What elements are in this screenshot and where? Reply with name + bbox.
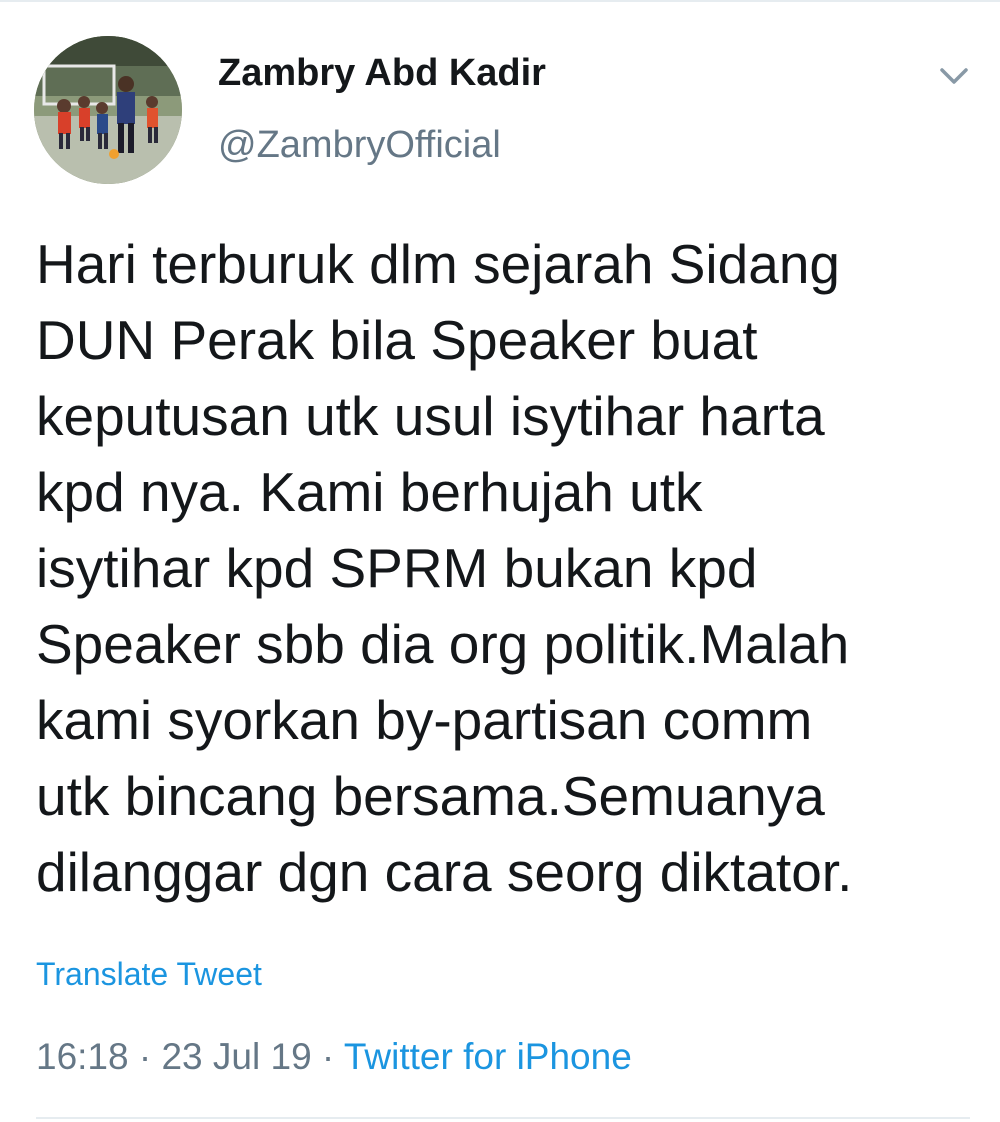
meta-separator: · xyxy=(311,1036,344,1077)
author-handle[interactable]: @ZambryOfficial xyxy=(218,124,501,167)
translate-tweet-link[interactable]: Translate Tweet xyxy=(36,956,262,993)
top-divider xyxy=(0,0,1000,2)
avatar[interactable] xyxy=(34,36,182,184)
author-display-name[interactable]: Zambry Abd Kadir xyxy=(218,52,546,95)
meta-separator: · xyxy=(128,1036,162,1077)
tweet-metadata: 16:18 · 23 Jul 19 · Twitter for iPhone xyxy=(36,1036,632,1078)
tweet-time: 16:18 xyxy=(36,1036,129,1077)
tweet-menu-button[interactable] xyxy=(934,60,974,92)
tweet-source-link[interactable]: Twitter for iPhone xyxy=(344,1036,632,1077)
bottom-divider xyxy=(36,1117,970,1119)
chevron-down-icon xyxy=(940,68,968,84)
tweet-text: Hari terburuk dlm sejarah Sidang DUN Per… xyxy=(36,233,853,903)
tweet-date: 23 Jul 19 xyxy=(161,1036,312,1077)
profile-photo-icon xyxy=(34,36,182,184)
